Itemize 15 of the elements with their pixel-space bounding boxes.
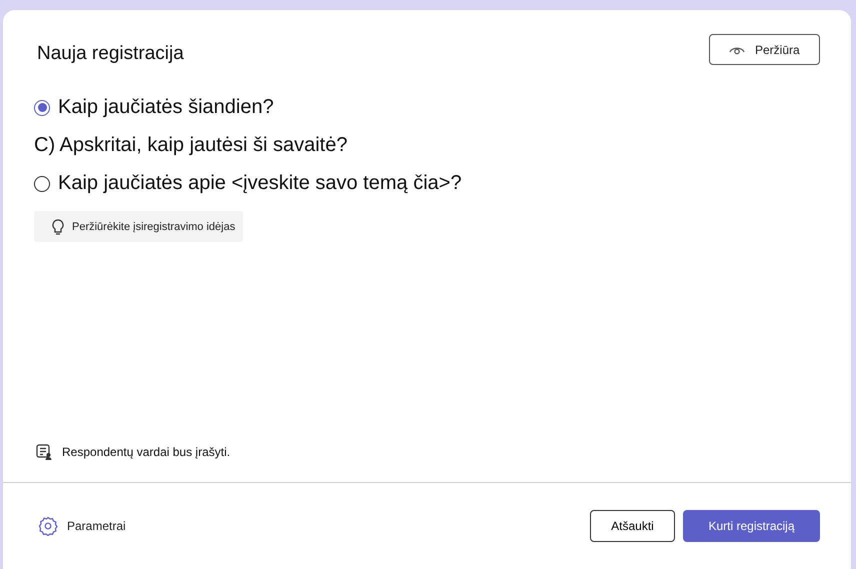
dialog-title: Nauja registracija	[37, 42, 184, 64]
radio-button[interactable]	[34, 176, 50, 192]
note-text: Respondentų vardai bus įrašyti.	[62, 445, 230, 459]
create-button[interactable]: Kurti registraciją	[683, 510, 820, 542]
list-person-icon	[36, 444, 52, 460]
preview-button[interactable]: Peržiūra	[709, 34, 820, 65]
option-label: C) Apskritai, kaip jautėsi ši savaitė?	[34, 134, 348, 157]
settings-icon	[38, 516, 58, 536]
settings-button[interactable]: Parametrai	[38, 516, 126, 536]
ideas-button[interactable]: Peržiūrėkite įsiregistravimo idėjas	[34, 211, 244, 242]
option-label: Kaip jaučiatės apie <įveskite savo temą čia>?	[58, 172, 462, 195]
cancel-button[interactable]: Atšaukti	[590, 510, 675, 542]
lightbulb-icon	[52, 218, 64, 234]
option-label: Kaip jaučiatės šiandien?	[58, 96, 274, 119]
radio-button[interactable]	[34, 100, 50, 116]
